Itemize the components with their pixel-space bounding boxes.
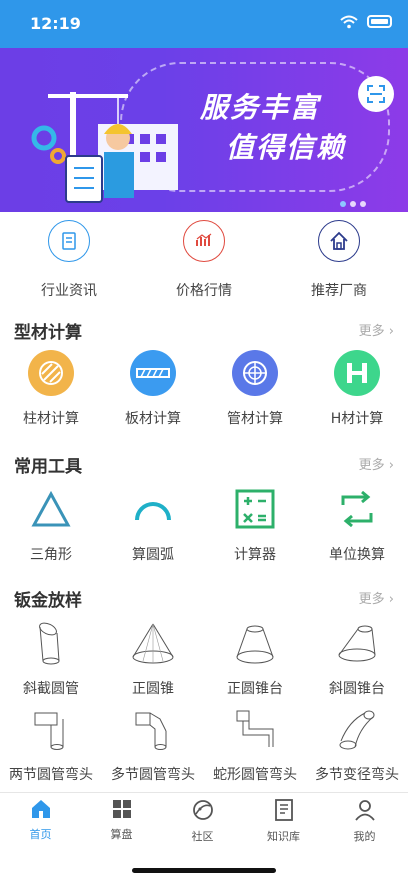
tool-multi-section-elbow[interactable]: 多节圆管弯头: [102, 706, 204, 784]
more-link-profile-calc[interactable]: 更多 ›: [359, 320, 394, 339]
banner-slogan-line2: 值得信赖: [226, 131, 347, 164]
wifi-icon: [340, 14, 358, 33]
multi-section-elbow-icon: [130, 706, 176, 752]
tab-label: 我的: [353, 830, 376, 843]
banner-slogan-line1: 服务丰富: [200, 91, 321, 124]
tool-unit-convert[interactable]: 单位换算: [306, 486, 408, 564]
tool-h-beam-calc[interactable]: H材计算: [306, 350, 408, 428]
bottom-tab-bar: 首页 算盘 社区 知识库 我的: [0, 792, 408, 848]
more-label: 更多: [358, 592, 385, 607]
quick-link-recommended-vendors[interactable]: 推荐厂商: [274, 220, 404, 300]
battery-icon: [367, 15, 392, 28]
quick-links: 行业资讯 价格行情 推荐厂商: [0, 212, 408, 302]
tab-abacus[interactable]: 算盘: [81, 799, 162, 842]
tab-label: 社区: [191, 830, 214, 843]
tool-label: 三角形: [30, 547, 72, 563]
profile-icon: [354, 800, 375, 821]
carousel-indicator: [340, 192, 370, 211]
arc-icon: [130, 486, 176, 532]
tool-oblique-pipe[interactable]: 斜截圆管: [0, 620, 102, 698]
tool-label: 斜圆锥台: [329, 681, 385, 697]
reducing-elbow-icon: [334, 706, 380, 752]
scan-icon: [367, 85, 385, 103]
tool-arc[interactable]: 算圆弧: [102, 486, 204, 564]
oblique-pipe-icon: [28, 620, 74, 666]
more-link-sheet-metal[interactable]: 更多 ›: [359, 588, 394, 607]
quick-link-industry-news[interactable]: 行业资讯: [4, 220, 134, 300]
tab-home[interactable]: 首页: [0, 799, 81, 842]
cone-icon: [130, 620, 176, 666]
unit-convert-icon: [334, 486, 380, 532]
status-bar: 12:19: [0, 0, 408, 48]
tool-oblique-frustum[interactable]: 斜圆锥台: [306, 620, 408, 698]
more-link-tools[interactable]: 更多 ›: [359, 454, 394, 473]
tool-label: 正圆锥: [132, 681, 174, 697]
tool-plate-calc[interactable]: 板材计算: [102, 350, 204, 428]
tab-profile[interactable]: 我的: [324, 799, 405, 844]
tool-label: 两节圆管弯头: [9, 767, 93, 783]
frustum-icon: [232, 620, 278, 666]
tool-label: 正圆锥台: [227, 681, 283, 697]
more-label: 更多: [358, 324, 385, 339]
quick-link-label: 价格行情: [176, 283, 232, 299]
knowledge-icon: [274, 799, 293, 821]
grid-icon: [112, 800, 131, 818]
tool-label: 斜截圆管: [23, 681, 79, 697]
tool-two-section-elbow[interactable]: 两节圆管弯头: [0, 706, 102, 784]
tool-snake-elbow[interactable]: 蛇形圆管弯头: [204, 706, 306, 784]
tool-label: 计算器: [234, 547, 276, 563]
quick-link-label: 行业资讯: [41, 283, 97, 299]
tool-label: H材计算: [330, 411, 384, 427]
more-label: 更多: [358, 458, 385, 473]
section-title-sheet-metal: 钣金放样: [14, 591, 82, 611]
tool-pipe-calc[interactable]: 管材计算: [204, 350, 306, 428]
tool-label: 蛇形圆管弯头: [213, 767, 297, 783]
two-section-elbow-icon: [28, 706, 74, 752]
tool-label: 管材计算: [227, 411, 283, 427]
construction-illustration: [31, 92, 178, 203]
tool-reducing-elbow[interactable]: 多节变径弯头: [306, 706, 408, 784]
tool-label: 多节变径弯头: [315, 767, 399, 783]
tab-knowledge[interactable]: 知识库: [243, 799, 324, 844]
tab-label: 算盘: [110, 828, 133, 841]
h-beam-icon: [334, 350, 380, 396]
column-material-icon: [28, 350, 74, 396]
tool-label: 柱材计算: [23, 411, 79, 427]
home-icon: [31, 800, 50, 818]
news-icon: [48, 220, 90, 262]
tab-label: 首页: [29, 828, 52, 841]
tool-cone[interactable]: 正圆锥: [102, 620, 204, 698]
tool-frustum[interactable]: 正圆锥台: [204, 620, 306, 698]
community-icon: [192, 800, 213, 820]
carousel-dot: [340, 201, 346, 207]
tool-label: 板材计算: [125, 411, 181, 427]
quick-link-price-trend[interactable]: 价格行情: [139, 220, 269, 300]
pipe-material-icon: [232, 350, 278, 396]
tab-community[interactable]: 社区: [162, 799, 243, 844]
snake-elbow-icon: [232, 706, 278, 752]
status-time: 12:19: [30, 14, 81, 33]
section-title-profile-calc: 型材计算: [14, 323, 82, 343]
tool-calculator[interactable]: 计算器: [204, 486, 306, 564]
quick-link-label: 推荐厂商: [311, 283, 367, 299]
carousel-dot: [350, 201, 356, 207]
carousel-dot: [360, 201, 366, 207]
promo-banner[interactable]: 服务丰富 值得信赖: [0, 48, 408, 212]
oblique-frustum-icon: [334, 620, 380, 666]
tool-label: 多节圆管弯头: [111, 767, 195, 783]
plate-material-icon: [130, 350, 176, 396]
home-indicator: [132, 868, 276, 873]
calculator-icon: [232, 486, 278, 532]
tool-column-calc[interactable]: 柱材计算: [0, 350, 102, 428]
tab-label: 知识库: [267, 830, 300, 843]
section-title-tools: 常用工具: [14, 457, 82, 477]
home-factory-icon: [318, 220, 360, 262]
tool-label: 单位换算: [329, 547, 385, 563]
triangle-icon: [28, 486, 74, 532]
tool-label: 算圆弧: [132, 547, 174, 563]
price-chart-icon: [183, 220, 225, 262]
tool-triangle[interactable]: 三角形: [0, 486, 102, 564]
scan-button[interactable]: [358, 76, 394, 112]
